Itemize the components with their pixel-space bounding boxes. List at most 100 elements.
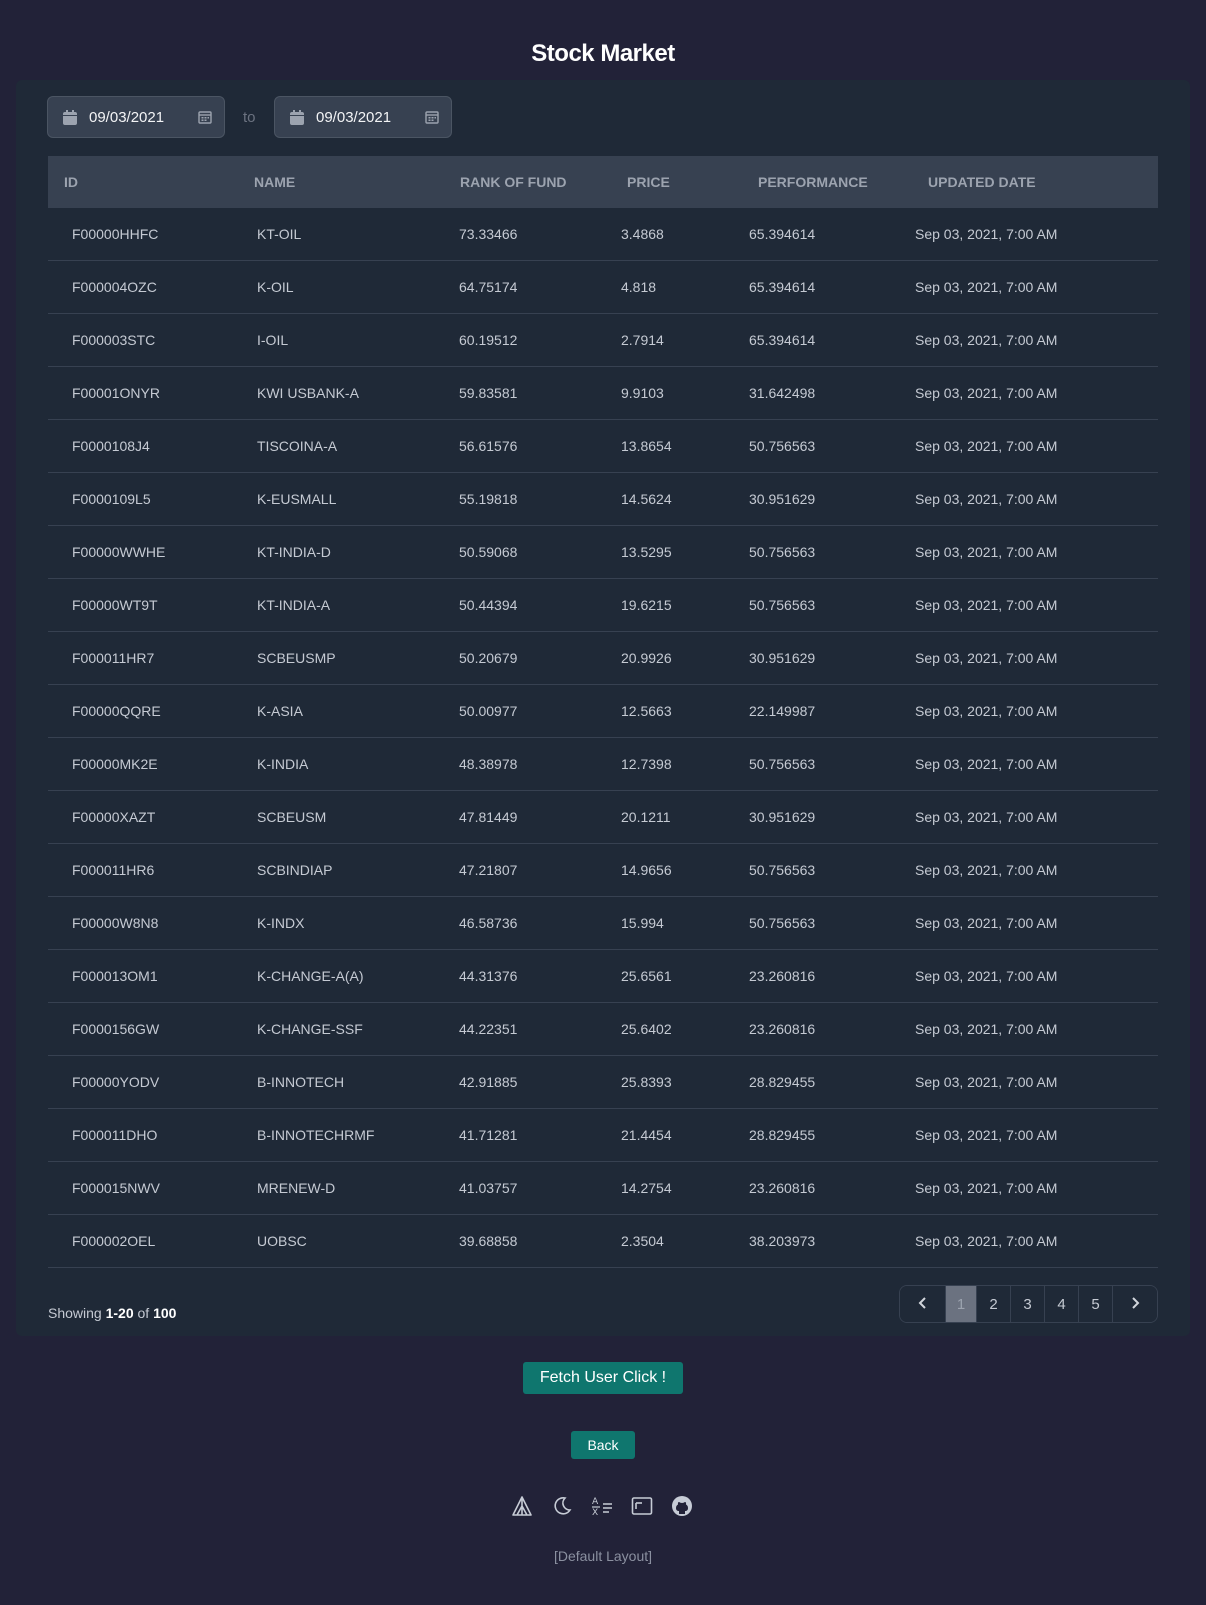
translate-icon[interactable]: AX bbox=[590, 1494, 614, 1518]
cell-updated-date: Sep 03, 2021, 7:00 AM bbox=[915, 226, 1058, 242]
cell-performance: 30.951629 bbox=[749, 491, 816, 507]
prev-page-button[interactable] bbox=[900, 1286, 946, 1322]
cell-name: K-INDX bbox=[257, 915, 305, 931]
cell-performance: 28.829455 bbox=[749, 1074, 816, 1090]
cell-id: F00000YODV bbox=[72, 1074, 160, 1090]
cell-id: F000015NWV bbox=[72, 1180, 160, 1196]
table-row[interactable]: F000011HR6 SCBINDIAP 47.21807 14.9656 50.756… bbox=[48, 844, 1158, 897]
cell-name: K-INDIA bbox=[257, 756, 309, 772]
table-row[interactable]: F000004OZC K-OIL 64.75174 4.818 65.394614 Sep… bbox=[48, 261, 1158, 314]
cell-rank: 47.21807 bbox=[459, 862, 518, 878]
cell-updated-date: Sep 03, 2021, 7:00 AM bbox=[915, 332, 1058, 348]
page-1-button[interactable]: 1 bbox=[946, 1286, 977, 1322]
page-3-button[interactable]: 3 bbox=[1011, 1286, 1045, 1322]
date-range-separator: to bbox=[243, 109, 256, 126]
cell-id: F000011HR7 bbox=[72, 650, 155, 666]
date-picker-icon[interactable] bbox=[198, 110, 212, 129]
cell-id: F00000MK2E bbox=[72, 756, 158, 772]
table-row[interactable]: F000013OM1 K-CHANGE-A(A) 44.31376 25.6561 23… bbox=[48, 950, 1158, 1003]
pagination: 1 2 3 4 5 bbox=[899, 1285, 1158, 1323]
table-row[interactable]: F000015NWV MRENEW-D 41.03757 14.2754 23.2608… bbox=[48, 1162, 1158, 1215]
cell-price: 9.9103 bbox=[621, 385, 664, 401]
cell-price: 12.5663 bbox=[621, 703, 672, 719]
cell-rank: 42.91885 bbox=[459, 1074, 518, 1090]
cell-rank: 73.33466 bbox=[459, 226, 518, 242]
cell-rank: 50.44394 bbox=[459, 597, 518, 613]
moon-icon[interactable] bbox=[550, 1494, 574, 1518]
table-row[interactable]: F0000109L5 K-EUSMALL 55.19818 14.5624 30.951… bbox=[48, 473, 1158, 526]
page-5-button[interactable]: 5 bbox=[1079, 1286, 1113, 1322]
chevron-left-icon bbox=[918, 1296, 928, 1313]
cell-price: 19.6215 bbox=[621, 597, 672, 613]
table-row[interactable]: F00000WT9T KT-INDIA-A 50.44394 19.6215 50.75… bbox=[48, 579, 1158, 632]
table-row[interactable]: F00000W8N8 K-INDX 46.58736 15.994 50.756563 S… bbox=[48, 897, 1158, 950]
tent-icon[interactable] bbox=[510, 1494, 534, 1518]
table-row[interactable]: F0000108J4 TISCOINA-A 56.61576 13.8654 50.75… bbox=[48, 420, 1158, 473]
cell-name: K-CHANGE-A(A) bbox=[257, 968, 364, 984]
page-4-button[interactable]: 4 bbox=[1045, 1286, 1079, 1322]
date-picker-icon[interactable] bbox=[425, 110, 439, 129]
table-row[interactable]: F00000HHFC KT-OIL 73.33466 3.4868 65.394614 S… bbox=[48, 208, 1158, 261]
table-row[interactable]: F00000WWHE KT-INDIA-D 50.59068 13.5295 50.75… bbox=[48, 526, 1158, 579]
cell-rank: 46.58736 bbox=[459, 915, 518, 931]
calendar-icon bbox=[62, 109, 78, 131]
cell-updated-date: Sep 03, 2021, 7:00 AM bbox=[915, 809, 1058, 825]
table-row[interactable]: F00000QQRE K-ASIA 50.00977 12.5663 22.149987… bbox=[48, 685, 1158, 738]
date-from-field[interactable]: 09/03/2021 bbox=[47, 96, 225, 138]
cell-price: 20.1211 bbox=[621, 809, 671, 825]
cell-name: KT-OIL bbox=[257, 226, 302, 242]
cell-id: F000003STC bbox=[72, 332, 156, 348]
column-header-price[interactable]: PRICE bbox=[627, 174, 670, 190]
next-page-button[interactable] bbox=[1113, 1286, 1157, 1322]
date-to-field[interactable]: 09/03/2021 bbox=[274, 96, 452, 138]
cell-rank: 41.03757 bbox=[459, 1180, 518, 1196]
cell-price: 15.994 bbox=[621, 915, 664, 931]
cell-name: UOBSC bbox=[257, 1233, 307, 1249]
column-header-id[interactable]: ID bbox=[64, 174, 78, 190]
cell-name: K-CHANGE-SSF bbox=[257, 1021, 363, 1037]
stock-panel: 09/03/2021 to 09/03/2021 ID NAME RANK OF… bbox=[16, 80, 1190, 1336]
table-row[interactable]: F000011DHO B-INNOTECHRMF 41.71281 21.4454 28… bbox=[48, 1109, 1158, 1162]
cell-performance: 50.756563 bbox=[749, 544, 816, 560]
column-header-rank[interactable]: RANK OF FUND bbox=[460, 174, 567, 190]
cell-rank: 50.00977 bbox=[459, 703, 518, 719]
table-row[interactable]: F00000XAZT SCBEUSM 47.81449 20.1211 30.95162… bbox=[48, 791, 1158, 844]
showing-summary: Showing 1-20 of 100 bbox=[48, 1305, 176, 1321]
cell-id: F000004OZC bbox=[72, 279, 157, 295]
chevron-right-icon bbox=[1130, 1296, 1140, 1313]
cell-price: 2.7914 bbox=[621, 332, 664, 348]
column-header-name[interactable]: NAME bbox=[254, 174, 295, 190]
column-header-updated-date[interactable]: UPDATED DATE bbox=[928, 174, 1036, 190]
svg-text:A: A bbox=[592, 1497, 599, 1507]
cell-updated-date: Sep 03, 2021, 7:00 AM bbox=[915, 650, 1058, 666]
fetch-user-click-button[interactable]: Fetch User Click ! bbox=[523, 1362, 683, 1394]
cell-price: 14.5624 bbox=[621, 491, 672, 507]
table-row[interactable]: F00000YODV B-INNOTECH 42.91885 25.8393 28.82… bbox=[48, 1056, 1158, 1109]
cell-rank: 55.19818 bbox=[459, 491, 518, 507]
cell-id: F000011DHO bbox=[72, 1127, 158, 1143]
cell-performance: 65.394614 bbox=[749, 226, 816, 242]
cell-name: SCBINDIAP bbox=[257, 862, 333, 878]
page-2-button[interactable]: 2 bbox=[977, 1286, 1011, 1322]
cell-performance: 23.260816 bbox=[749, 968, 816, 984]
table-row[interactable]: F00001ONYR KWI USBANK-A 59.83581 9.9103 31.6… bbox=[48, 367, 1158, 420]
table-row[interactable]: F000003STC I-OIL 60.19512 2.7914 65.394614 Se… bbox=[48, 314, 1158, 367]
layout-icon[interactable] bbox=[630, 1494, 654, 1518]
cell-updated-date: Sep 03, 2021, 7:00 AM bbox=[915, 279, 1058, 295]
table-row[interactable]: F0000156GW K-CHANGE-SSF 44.22351 25.6402 23.… bbox=[48, 1003, 1158, 1056]
date-from-value: 09/03/2021 bbox=[89, 109, 165, 126]
back-button[interactable]: Back bbox=[571, 1431, 635, 1459]
table-row[interactable]: F000011HR7 SCBEUSMP 50.20679 20.9926 30.9516… bbox=[48, 632, 1158, 685]
cell-price: 25.8393 bbox=[621, 1074, 672, 1090]
table-row[interactable]: F000002OEL UOBSC 39.68858 2.3504 38.203973 Se… bbox=[48, 1215, 1158, 1268]
cell-name: K-OIL bbox=[257, 279, 294, 295]
cell-performance: 50.756563 bbox=[749, 597, 816, 613]
cell-rank: 50.20679 bbox=[459, 650, 518, 666]
cell-updated-date: Sep 03, 2021, 7:00 AM bbox=[915, 597, 1058, 613]
table-row[interactable]: F00000MK2E K-INDIA 48.38978 12.7398 50.75656… bbox=[48, 738, 1158, 791]
github-icon[interactable] bbox=[670, 1494, 694, 1518]
column-header-performance[interactable]: PERFORMANCE bbox=[758, 174, 868, 190]
cell-rank: 59.83581 bbox=[459, 385, 518, 401]
cell-updated-date: Sep 03, 2021, 7:00 AM bbox=[915, 1074, 1058, 1090]
table-header: ID NAME RANK OF FUND PRICE PERFORMANCE U… bbox=[48, 156, 1158, 208]
